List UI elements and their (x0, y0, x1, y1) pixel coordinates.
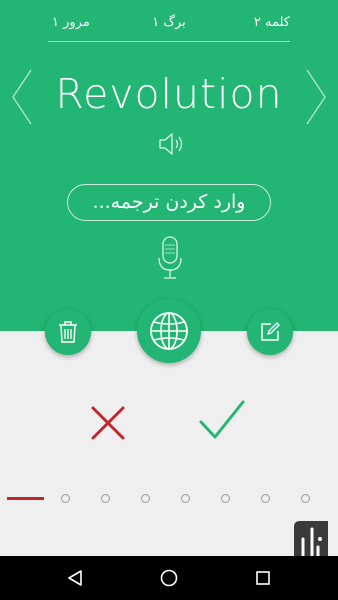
flashcard-panel (0, 0, 338, 331)
progress-dot (221, 494, 230, 503)
translate-button[interactable] (137, 299, 201, 363)
translation-input[interactable]: وارد کردن ترجمه... (67, 184, 271, 221)
progress-dot (141, 494, 150, 503)
correct-answer-icon[interactable] (198, 398, 246, 442)
page-counter: برگ ۱ (152, 15, 186, 30)
home-circle-icon[interactable] (160, 569, 178, 587)
speaker-icon[interactable] (157, 131, 185, 157)
edit-icon (261, 322, 280, 341)
header-divider (48, 41, 290, 42)
wrong-answer-icon[interactable] (90, 405, 126, 441)
header-bar: کلمه ۲ برگ ۱ مرور ۱ (0, 0, 338, 46)
progress-indicator (0, 489, 338, 509)
trash-icon (59, 321, 77, 343)
progress-dot (181, 494, 190, 503)
microphone-icon[interactable] (157, 236, 183, 280)
next-arrow-icon[interactable] (303, 68, 329, 126)
delete-button[interactable] (45, 309, 91, 355)
edit-button[interactable] (247, 309, 293, 355)
progress-dot (261, 494, 270, 503)
recent-square-icon[interactable] (256, 571, 270, 585)
review-counter: مرور ۱ (52, 15, 90, 30)
progress-dot (61, 494, 70, 503)
previous-arrow-icon[interactable] (9, 68, 35, 126)
back-triangle-icon[interactable] (67, 570, 83, 586)
globe-icon (150, 312, 188, 350)
word-title: Revolution (55, 70, 283, 118)
progress-current-marker (7, 497, 44, 500)
progress-dot (101, 494, 110, 503)
progress-dot (301, 494, 310, 503)
